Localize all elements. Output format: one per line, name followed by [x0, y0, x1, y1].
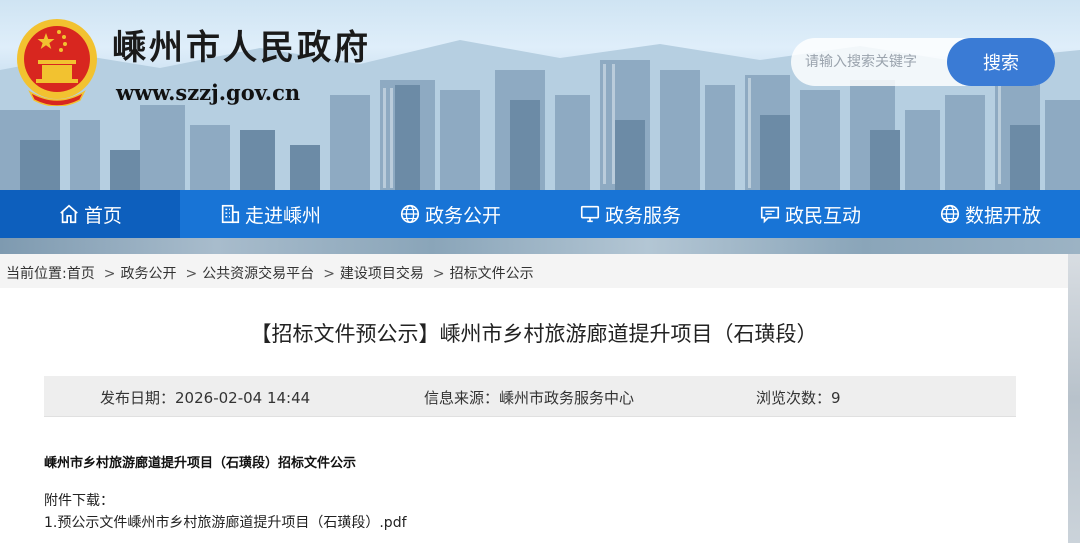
decorative-strip — [0, 238, 1080, 254]
breadcrumb-item-gov-affairs[interactable]: 政务公开 — [120, 266, 176, 282]
content-area: 当前位置:首页 > 政务公开 > 公共资源交易平台 > 建设项目交易 > 招标文件公示 【招标文… — [0, 254, 1080, 543]
source-value: 嵊州市政务服务中心 — [499, 389, 635, 407]
nav-item-label: 政务服务 — [604, 204, 681, 227]
attachment-link[interactable]: 1.预公示文件嵊州市乡村旅游廊道提升项目（石璜段）.pdf — [44, 512, 407, 532]
publish-date-value: 2026-02-04 14:44 — [175, 389, 311, 407]
article-meta: 发布日期：2026-02-04 14:44 信息来源：嵊州市政务服务中心 浏览次… — [44, 376, 1016, 416]
breadcrumb-item-tender-notice[interactable]: 招标文件公示 — [450, 266, 534, 282]
globe-icon — [940, 204, 960, 224]
breadcrumb-separator: > — [323, 266, 335, 282]
building-icon — [221, 204, 240, 224]
nav-item-label: 首页 — [83, 204, 122, 227]
breadcrumb-item-construction[interactable]: 建设项目交易 — [340, 266, 424, 282]
site-header: 嵊州市人民政府 www.szzj.gov.cn 搜索 — [0, 0, 1080, 190]
nav-item-interaction[interactable]: 政民互动 — [720, 190, 900, 238]
article-title: 【招标文件预公示】嵊州市乡村旅游廊道提升项目（石璜段） — [250, 322, 818, 346]
article-panel: 【招标文件预公示】嵊州市乡村旅游廊道提升项目（石璜段） 发布日期：2026-02… — [0, 288, 1068, 543]
publish-label: 发布日期： — [100, 389, 176, 407]
breadcrumb: 当前位置:首页 > 政务公开 > 公共资源交易平台 > 建设项目交易 > 招标文件公示 — [6, 263, 538, 283]
nav-item-label: 政民互动 — [784, 204, 861, 227]
nav-item-gov-affairs[interactable]: 政务公开 — [360, 190, 540, 238]
monitor-icon — [580, 205, 600, 223]
globe-icon — [400, 204, 420, 224]
views-value: 9 — [831, 389, 841, 407]
breadcrumb-separator: > — [185, 266, 198, 282]
info-source: 信息来源：嵊州市政务服务中心 — [424, 387, 634, 408]
search-button[interactable]: 搜索 — [947, 38, 1055, 86]
breadcrumb-item-trading-platform[interactable]: 公共资源交易平台 — [202, 266, 314, 282]
attachment-label: 附件下载： — [44, 493, 114, 509]
main-nav: 首页 走进嵊州 政务公开 政务服务 政民互动 数据开放 — [0, 190, 1080, 238]
site-title: 嵊州市人民政府 — [112, 28, 371, 68]
divider — [44, 416, 1016, 417]
nav-item-home[interactable]: 首页 — [0, 190, 180, 238]
search-box: 搜索 — [791, 38, 1055, 86]
national-emblem-icon — [17, 19, 97, 106]
source-label: 信息来源： — [424, 389, 500, 407]
nav-item-label: 走进嵊州 — [244, 204, 321, 227]
search-input[interactable] — [791, 38, 965, 86]
breadcrumb-separator: > — [432, 266, 445, 282]
breadcrumb-item-home[interactable]: 首页 — [67, 266, 95, 282]
view-count: 浏览次数：9 — [756, 387, 841, 408]
document-heading: 嵊州市乡村旅游廊道提升项目（石璜段）招标文件公示 — [44, 456, 357, 471]
nav-item-label: 政务公开 — [424, 204, 501, 227]
breadcrumb-separator: > — [103, 266, 116, 282]
nav-item-open-data[interactable]: 数据开放 — [900, 190, 1080, 238]
home-icon — [60, 204, 78, 224]
side-decoration — [1068, 254, 1080, 543]
breadcrumb-prefix: 当前位置: — [6, 266, 67, 282]
publish-date: 发布日期：2026-02-04 14:44 — [100, 387, 310, 408]
views-label: 浏览次数： — [756, 389, 832, 407]
nav-item-label: 数据开放 — [964, 204, 1041, 227]
site-url: www.szzj.gov.cn — [116, 80, 301, 105]
nav-item-about[interactable]: 走进嵊州 — [180, 190, 360, 238]
nav-item-gov-services[interactable]: 政务服务 — [540, 190, 720, 238]
chat-icon — [760, 206, 780, 224]
